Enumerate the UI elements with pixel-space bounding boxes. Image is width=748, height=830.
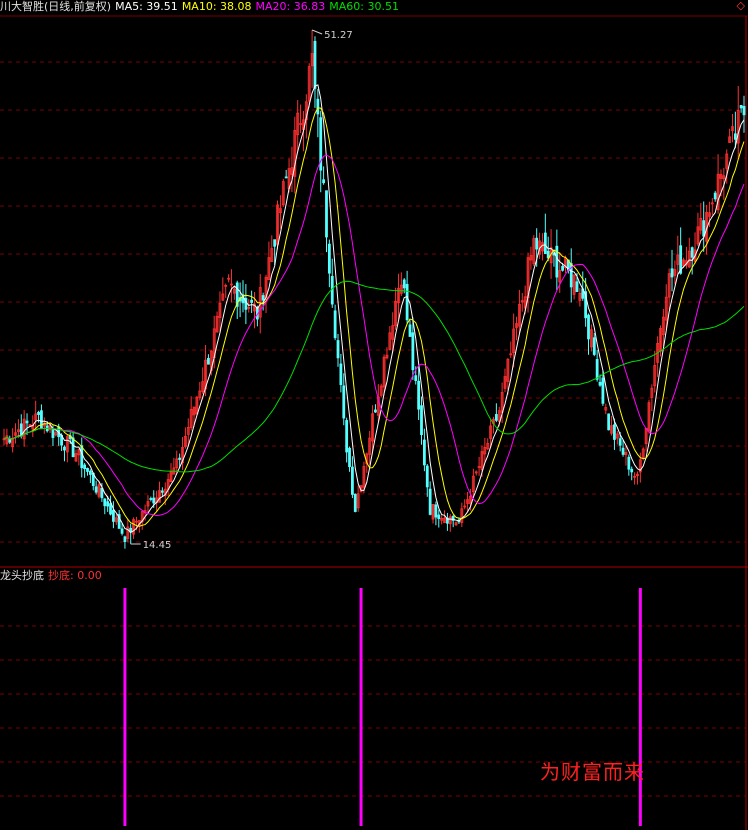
indicator-header: 龙头抄底 抄底: 0.00 [0, 569, 106, 583]
candle-body [546, 250, 550, 259]
candle-body [149, 498, 153, 500]
candle-body [325, 190, 328, 238]
candle-body [207, 357, 210, 365]
candle-body [405, 283, 409, 321]
indicator-name: 龙头抄底 [0, 569, 44, 582]
candle-body [322, 179, 326, 184]
candle-body [106, 501, 110, 507]
candle-body [374, 409, 377, 413]
candle-body [543, 232, 547, 254]
annotation-pointer [311, 29, 323, 35]
candle-body [713, 192, 717, 200]
candle-body [88, 470, 92, 475]
candle-body [592, 337, 596, 355]
candle-body [100, 487, 104, 499]
candle-body [94, 486, 98, 493]
candle-body [40, 410, 43, 430]
candle-body [618, 438, 622, 446]
candle-body [71, 437, 75, 458]
high-price-label: 51.27 [324, 30, 353, 41]
candle-body [152, 497, 156, 504]
main-header: 川大智胜(日线,前复权) MA5: 39.51 MA10: 38.08 MA20: 3… [0, 0, 403, 14]
candle-body [112, 509, 115, 522]
candle-body [408, 324, 412, 337]
ma10-label: MA10: 38.08 [181, 0, 252, 13]
candle-body [284, 176, 288, 179]
candle-body [37, 411, 40, 415]
candle-body [417, 380, 421, 410]
candle-body [25, 420, 29, 424]
candle-body [273, 239, 277, 247]
candle-body [8, 438, 12, 443]
candle-body [630, 468, 634, 473]
ma5-label: MA5: 39.51 [115, 0, 178, 13]
candle-body [250, 299, 254, 303]
candle-body [333, 310, 337, 339]
indicator-value: 抄底: 0.00 [48, 569, 102, 582]
candle-body [336, 340, 340, 359]
candle-body [120, 528, 124, 534]
candle-body [437, 514, 441, 520]
ma20-label: MA20: 36.83 [255, 0, 326, 13]
watermark-text: 为财富而来 [540, 760, 645, 784]
candle-body [327, 243, 331, 274]
candle-body [348, 447, 351, 468]
candle-body [733, 133, 737, 140]
candle-body [607, 413, 611, 431]
candle-body [595, 359, 599, 380]
candle-body [587, 314, 590, 340]
candle-body [313, 40, 317, 89]
candle-body [178, 457, 182, 460]
candle-body [411, 332, 415, 371]
candle-body [621, 447, 625, 455]
stock-title: 川大智胜(日线,前复权) [0, 0, 112, 13]
candle-body [402, 279, 406, 289]
ma60-label: MA60: 30.51 [329, 0, 399, 13]
candle-body [434, 504, 438, 518]
candle-body [345, 420, 349, 453]
candle-body [627, 456, 631, 470]
candle-body [51, 429, 55, 438]
candle-body [103, 498, 107, 507]
candle-body [601, 377, 605, 404]
candle-body [109, 503, 112, 515]
candle-body [342, 385, 346, 419]
candle-body [422, 439, 426, 466]
candle-body [261, 295, 265, 301]
candle-body [561, 265, 564, 271]
candle-body [742, 105, 746, 116]
candle-body [428, 488, 432, 515]
kline-chart[interactable]: 51.27 14.45 [0, 0, 748, 830]
candle-body [739, 104, 743, 109]
candle-body [598, 381, 602, 386]
candle-body [316, 98, 320, 115]
diamond-icon[interactable]: ◇ [737, 0, 745, 12]
ma10-line [3, 107, 745, 527]
candle-body [123, 536, 127, 543]
candle-body [425, 465, 429, 488]
candle-body [63, 446, 66, 451]
candle-body [339, 363, 343, 386]
low-price-label: 14.45 [143, 540, 172, 551]
candle-body [613, 424, 616, 440]
candle-body [690, 247, 694, 258]
candle-body [670, 268, 674, 278]
candle-body [86, 467, 89, 472]
candle-body [575, 281, 579, 293]
candle-body [535, 237, 539, 250]
candle-body [702, 220, 706, 237]
candle-body [351, 466, 354, 495]
candle-body [160, 490, 164, 493]
candle-body [80, 445, 84, 469]
candle-body [420, 405, 423, 436]
candle-body [353, 493, 357, 512]
candle-body [414, 375, 418, 381]
candle-body [83, 464, 87, 470]
candle-body [494, 414, 498, 421]
